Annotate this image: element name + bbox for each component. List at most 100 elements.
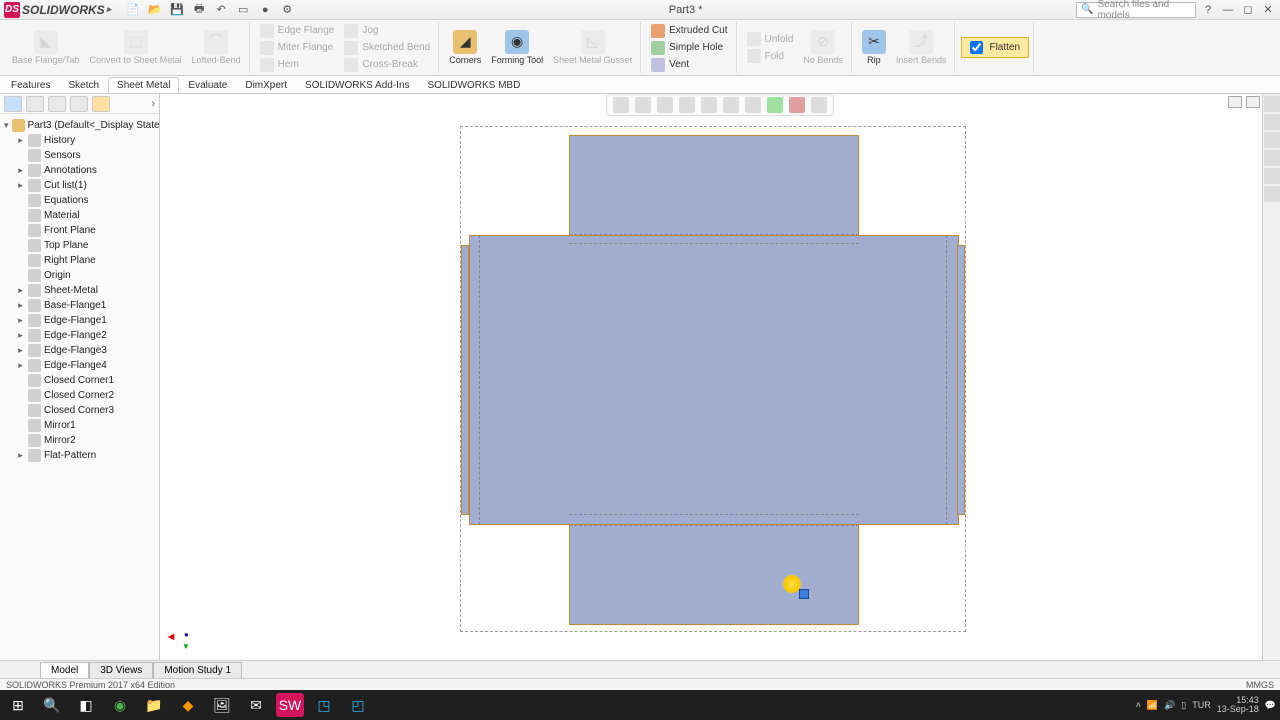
zoom-area-icon[interactable]: [635, 97, 651, 113]
print-icon[interactable]: 🖶: [191, 2, 207, 18]
tree-item-history[interactable]: ▸History: [2, 133, 157, 148]
zoom-fit-icon[interactable]: [613, 97, 629, 113]
tray-battery-icon[interactable]: ▯: [1181, 700, 1186, 711]
view-orient-icon[interactable]: [701, 97, 717, 113]
forming-tool-button[interactable]: ◉Forming Tool: [487, 28, 547, 68]
tree-item-material-not-specified-[interactable]: Material: [2, 208, 157, 223]
prev-view-icon[interactable]: [657, 97, 673, 113]
menu-dropdown-icon[interactable]: ▸: [107, 4, 112, 15]
cm-tab-sketch[interactable]: Sketch: [59, 77, 108, 93]
section-view-icon[interactable]: [679, 97, 695, 113]
cm-tab-dimxpert[interactable]: DimXpert: [236, 77, 296, 93]
view-settings-icon[interactable]: [811, 97, 827, 113]
tree-item-annotations[interactable]: ▸Annotations: [2, 163, 157, 178]
undo-icon[interactable]: ↶: [213, 2, 229, 18]
tree-item-closed-corner2[interactable]: Closed Corner2: [2, 388, 157, 403]
tray-volume-icon[interactable]: 🔊: [1164, 700, 1175, 711]
flatten-checkbox[interactable]: [970, 41, 983, 54]
solidworks-taskbar-icon[interactable]: SW: [276, 693, 304, 717]
maximize-icon[interactable]: ◻: [1240, 3, 1256, 17]
tree-item-mirror2[interactable]: Mirror2: [2, 433, 157, 448]
appearance-icon[interactable]: [767, 97, 783, 113]
flat-pattern-base[interactable]: [469, 235, 959, 525]
search-taskbar-icon[interactable]: 🔍: [38, 693, 66, 717]
app-icon-2[interactable]: ◰: [344, 693, 372, 717]
cm-tab-solidworks-mbd[interactable]: SOLIDWORKS MBD: [419, 77, 530, 93]
tree-item-base-flange1[interactable]: ▸Base-Flange1: [2, 298, 157, 313]
bottom-tab-motion-study-1[interactable]: Motion Study 1: [153, 662, 242, 678]
rip-button[interactable]: ✂Rip: [858, 28, 890, 68]
flat-pattern-bottom-flange[interactable]: [569, 525, 859, 625]
corners-button[interactable]: ◢Corners: [445, 28, 485, 68]
tree-item-sheet-metal[interactable]: ▸Sheet-Metal: [2, 283, 157, 298]
tree-item-cut-list-1-[interactable]: ▸Cut list(1): [2, 178, 157, 193]
vp-maximize-icon[interactable]: [1246, 96, 1260, 108]
display-style-icon[interactable]: [723, 97, 739, 113]
tree-root[interactable]: ▾Part3 (Default<_Display State: [2, 118, 157, 133]
fm-tab-display[interactable]: [92, 96, 110, 112]
tree-item-edge-flange2[interactable]: ▸Edge-Flange2: [2, 328, 157, 343]
start-button[interactable]: ⊞: [4, 693, 32, 717]
scene-icon[interactable]: [789, 97, 805, 113]
options-icon[interactable]: ⚙: [279, 2, 295, 18]
task-design-library-icon[interactable]: [1264, 114, 1280, 130]
app-icon[interactable]: ◳: [310, 693, 338, 717]
new-icon[interactable]: 📄: [125, 2, 141, 18]
tree-item-front-plane[interactable]: Front Plane: [2, 223, 157, 238]
task-appearances-icon[interactable]: [1264, 168, 1280, 184]
tree-item-sensors[interactable]: Sensors: [2, 148, 157, 163]
flatten-button[interactable]: Flatten: [961, 37, 1029, 58]
bottom-tab-model[interactable]: Model: [40, 662, 89, 678]
flat-pattern-left-flange[interactable]: [461, 245, 469, 515]
extruded-cut-button[interactable]: Extruded Cut: [647, 23, 731, 39]
cm-tab-evaluate[interactable]: Evaluate: [179, 77, 236, 93]
fm-tab-tree[interactable]: [4, 96, 22, 112]
help-icon[interactable]: ?: [1200, 3, 1216, 17]
tree-item-origin[interactable]: Origin: [2, 268, 157, 283]
simple-hole-button[interactable]: Simple Hole: [647, 40, 731, 56]
feature-tree[interactable]: ▾Part3 (Default<_Display State▸HistorySe…: [0, 114, 159, 660]
tray-network-icon[interactable]: 📶: [1147, 700, 1158, 711]
photos-icon[interactable]: 🖼: [208, 693, 236, 717]
close-icon[interactable]: ✕: [1260, 3, 1276, 17]
tree-item-edge-flange4[interactable]: ▸Edge-Flange4: [2, 358, 157, 373]
tray-lang[interactable]: TUR: [1192, 700, 1211, 710]
view-triad[interactable]: ◀ ● ▼: [168, 622, 198, 652]
task-custom-props-icon[interactable]: [1264, 186, 1280, 202]
tree-item-equations[interactable]: Equations: [2, 193, 157, 208]
taskview-icon[interactable]: ◧: [72, 693, 100, 717]
cm-tab-sheet-metal[interactable]: Sheet Metal: [108, 77, 179, 93]
flat-pattern-top-flange[interactable]: [569, 135, 859, 235]
vent-button[interactable]: Vent: [647, 57, 731, 73]
chrome-icon[interactable]: ◉: [106, 693, 134, 717]
graphics-viewport[interactable]: ◀ ● ▼: [160, 94, 1280, 660]
fm-tab-config[interactable]: [48, 96, 66, 112]
rebuild-icon[interactable]: ●: [257, 2, 273, 18]
fm-tab-dim[interactable]: [70, 96, 88, 112]
sublime-icon[interactable]: ◆: [174, 693, 202, 717]
fm-expand-icon[interactable]: ›: [151, 98, 155, 110]
tray-date[interactable]: 13-Sep-18: [1217, 704, 1259, 714]
tree-item-edge-flange3[interactable]: ▸Edge-Flange3: [2, 343, 157, 358]
save-icon[interactable]: 💾: [169, 2, 185, 18]
cm-tab-solidworks-add-ins[interactable]: SOLIDWORKS Add-Ins: [296, 77, 418, 93]
tree-item-flat-pattern[interactable]: ▸Flat-Pattern: [2, 448, 157, 463]
tray-notifications-icon[interactable]: 💬: [1265, 700, 1276, 711]
mail-icon[interactable]: ✉: [242, 693, 270, 717]
tray-chevron-icon[interactable]: ˄: [1136, 700, 1141, 710]
task-resources-icon[interactable]: [1264, 96, 1280, 112]
task-view-palette-icon[interactable]: [1264, 150, 1280, 166]
explorer-icon[interactable]: 📁: [140, 693, 168, 717]
tree-item-closed-corner3[interactable]: Closed Corner3: [2, 403, 157, 418]
search-input[interactable]: 🔍 Search files and models: [1076, 2, 1196, 18]
hide-show-icon[interactable]: [745, 97, 761, 113]
tree-item-right-plane[interactable]: Right Plane: [2, 253, 157, 268]
vp-minimize-icon[interactable]: [1228, 96, 1242, 108]
minimize-icon[interactable]: —: [1220, 3, 1236, 17]
status-units[interactable]: MMGS: [1246, 680, 1274, 690]
tree-item-edge-flange1[interactable]: ▸Edge-Flange1: [2, 313, 157, 328]
bottom-tab-3d-views[interactable]: 3D Views: [89, 662, 153, 678]
tree-item-closed-corner1[interactable]: Closed Corner1: [2, 373, 157, 388]
select-icon[interactable]: ▭: [235, 2, 251, 18]
task-file-explorer-icon[interactable]: [1264, 132, 1280, 148]
